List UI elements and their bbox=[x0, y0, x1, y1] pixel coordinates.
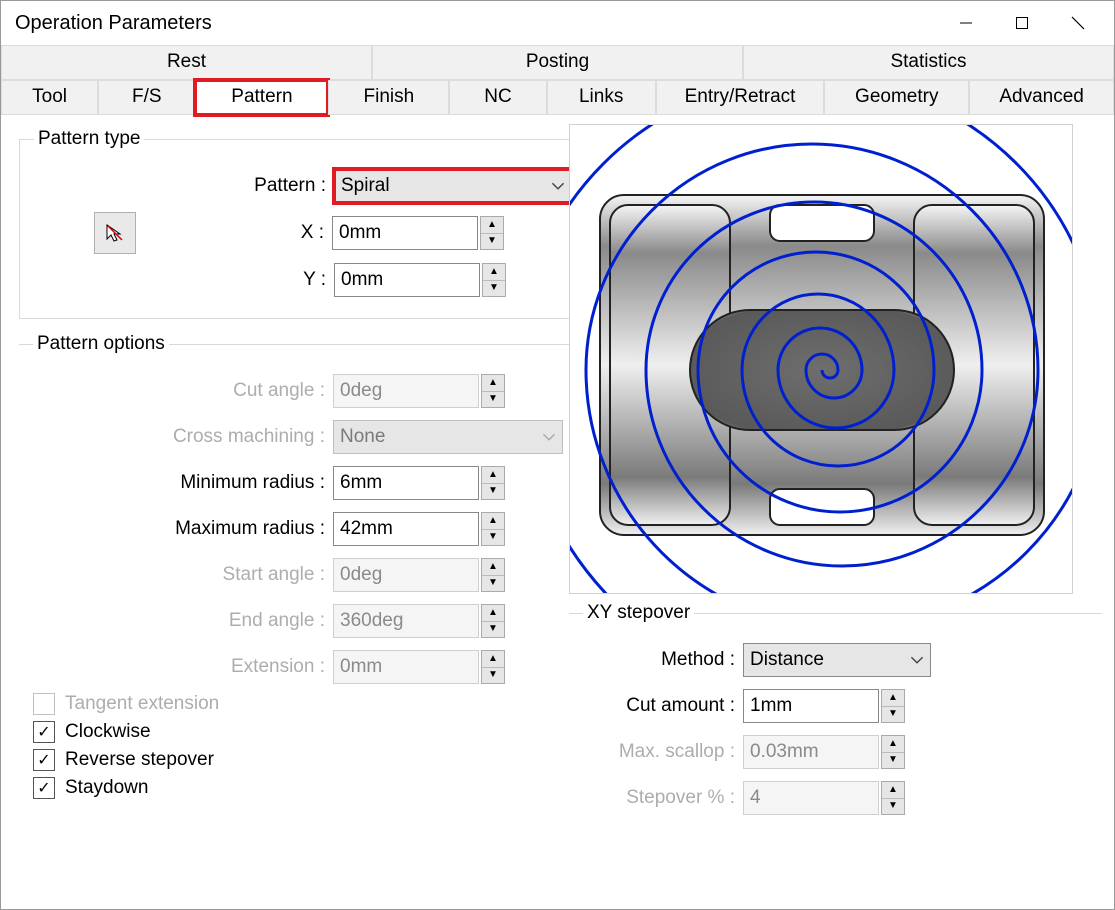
max-scallop-spinner: ▲▼ bbox=[881, 735, 905, 769]
label-cut-angle: Cut angle : bbox=[33, 380, 333, 402]
group-pattern-type: Pattern type Pattern : Spiral X : 0mm ▲▼ bbox=[19, 128, 587, 319]
tab-tool[interactable]: Tool bbox=[1, 80, 98, 115]
tab-finish[interactable]: Finish bbox=[328, 80, 449, 115]
tab-posting[interactable]: Posting bbox=[372, 45, 743, 80]
maximize-button[interactable] bbox=[994, 1, 1050, 45]
checkbox-reverse-stepover[interactable]: ✓ Reverse stepover bbox=[33, 749, 563, 771]
label-pattern: Pattern : bbox=[34, 175, 334, 197]
tab-nc[interactable]: NC bbox=[449, 80, 546, 115]
legend-xy-stepover: XY stepover bbox=[583, 602, 694, 624]
right-column: XY stepover Method : Distance Cut amount… bbox=[559, 124, 1102, 850]
label-cross-machining: Cross machining : bbox=[33, 426, 333, 448]
close-button[interactable] bbox=[1050, 1, 1106, 45]
check-icon: ✓ bbox=[37, 750, 50, 770]
label-cut-amount: Cut amount : bbox=[583, 695, 743, 717]
label-min-radius: Minimum radius : bbox=[33, 472, 333, 494]
checkbox-clockwise[interactable]: ✓ Clockwise bbox=[33, 721, 563, 743]
tabs-container: Rest Posting Statistics Tool F/S Pattern… bbox=[1, 45, 1114, 116]
stepover-pct-spinner: ▲▼ bbox=[881, 781, 905, 815]
label-start-angle: Start angle : bbox=[33, 564, 333, 586]
min-radius-spinner[interactable]: ▲▼ bbox=[481, 466, 505, 500]
method-dropdown[interactable]: Distance bbox=[743, 643, 931, 677]
check-icon: ✓ bbox=[37, 722, 50, 742]
left-column: Pattern type Pattern : Spiral X : 0mm ▲▼ bbox=[19, 124, 559, 850]
y-spinner[interactable]: ▲▼ bbox=[482, 263, 506, 297]
start-angle-spinner: ▲▼ bbox=[481, 558, 505, 592]
pattern-dropdown[interactable]: Spiral bbox=[334, 169, 572, 203]
cross-machining-dropdown: None bbox=[333, 420, 563, 454]
end-angle-field: 360deg bbox=[333, 604, 479, 638]
x-field[interactable]: 0mm bbox=[332, 216, 478, 250]
pick-point-button[interactable] bbox=[94, 212, 136, 254]
tab-advanced[interactable]: Advanced bbox=[969, 80, 1114, 115]
max-radius-field[interactable]: 42mm bbox=[333, 512, 479, 546]
max-scallop-field: 0.03mm bbox=[743, 735, 879, 769]
preview-image bbox=[569, 124, 1073, 594]
label-max-radius: Maximum radius : bbox=[33, 518, 333, 540]
legend-pattern-options: Pattern options bbox=[33, 333, 169, 355]
minimize-button[interactable] bbox=[938, 1, 994, 45]
window-title: Operation Parameters bbox=[15, 12, 938, 35]
tab-geometry[interactable]: Geometry bbox=[824, 80, 969, 115]
tab-pattern[interactable]: Pattern bbox=[195, 80, 328, 115]
tab-statistics[interactable]: Statistics bbox=[743, 45, 1114, 80]
checkbox-tangent-label: Tangent extension bbox=[65, 693, 219, 715]
cursor-pick-icon bbox=[104, 222, 126, 244]
label-method: Method : bbox=[583, 649, 743, 671]
content-pane: Pattern type Pattern : Spiral X : 0mm ▲▼ bbox=[1, 116, 1114, 850]
tab-row-top: Rest Posting Statistics bbox=[1, 45, 1114, 80]
chevron-down-icon bbox=[910, 653, 924, 667]
group-pattern-options: Pattern options Cut angle : 0deg ▲▼ Cros… bbox=[19, 333, 577, 817]
checkbox-staydown-label: Staydown bbox=[65, 777, 148, 799]
tab-rest[interactable]: Rest bbox=[1, 45, 372, 80]
x-spinner[interactable]: ▲▼ bbox=[480, 216, 504, 250]
titlebar: Operation Parameters bbox=[1, 1, 1114, 45]
stepover-pct-field: 4 bbox=[743, 781, 879, 815]
checkbox-staydown[interactable]: ✓ Staydown bbox=[33, 777, 563, 799]
group-xy-stepover: XY stepover Method : Distance Cut amount… bbox=[569, 602, 1102, 836]
label-stepover-pct: Stepover % : bbox=[583, 787, 743, 809]
method-value: Distance bbox=[750, 649, 824, 671]
label-y: Y : bbox=[34, 269, 334, 291]
pattern-value: Spiral bbox=[341, 175, 390, 197]
end-angle-spinner: ▲▼ bbox=[481, 604, 505, 638]
checkbox-reverse-label: Reverse stepover bbox=[65, 749, 214, 771]
label-extension: Extension : bbox=[33, 656, 333, 678]
min-radius-field[interactable]: 6mm bbox=[333, 466, 479, 500]
check-icon: ✓ bbox=[37, 778, 50, 798]
max-radius-spinner[interactable]: ▲▼ bbox=[481, 512, 505, 546]
y-field[interactable]: 0mm bbox=[334, 263, 480, 297]
cross-machining-value: None bbox=[340, 426, 385, 448]
cut-amount-field[interactable]: 1mm bbox=[743, 689, 879, 723]
extension-field: 0mm bbox=[333, 650, 479, 684]
label-end-angle: End angle : bbox=[33, 610, 333, 632]
label-x: X : bbox=[136, 222, 332, 244]
tab-links[interactable]: Links bbox=[547, 80, 656, 115]
label-max-scallop: Max. scallop : bbox=[583, 741, 743, 763]
tab-fs[interactable]: F/S bbox=[98, 80, 195, 115]
chevron-down-icon bbox=[542, 430, 556, 444]
cut-angle-field: 0deg bbox=[333, 374, 479, 408]
checkbox-tangent-extension: Tangent extension bbox=[33, 693, 563, 715]
tab-row-bottom: Tool F/S Pattern Finish NC Links Entry/R… bbox=[1, 80, 1114, 115]
checkbox-clockwise-label: Clockwise bbox=[65, 721, 151, 743]
tab-entry-retract[interactable]: Entry/Retract bbox=[656, 80, 825, 115]
extension-spinner: ▲▼ bbox=[481, 650, 505, 684]
cut-angle-spinner: ▲▼ bbox=[481, 374, 505, 408]
legend-pattern-type: Pattern type bbox=[34, 128, 144, 150]
cut-amount-spinner[interactable]: ▲▼ bbox=[881, 689, 905, 723]
start-angle-field: 0deg bbox=[333, 558, 479, 592]
